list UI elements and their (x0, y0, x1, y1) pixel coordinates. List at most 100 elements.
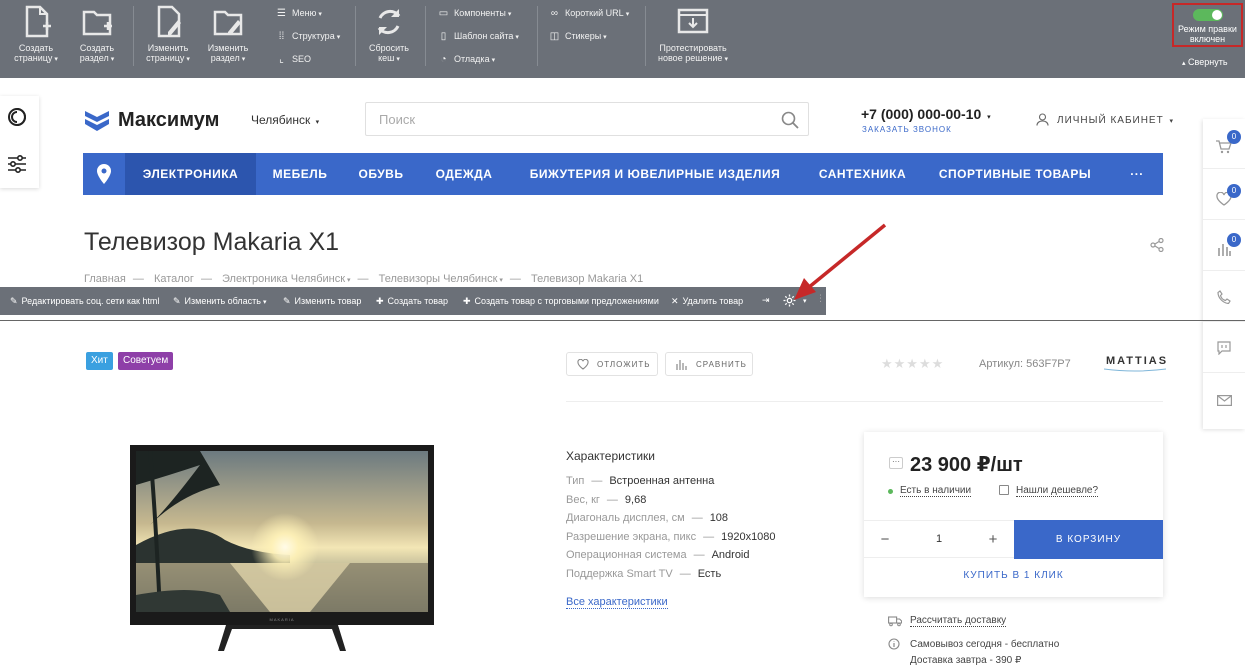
menu-button[interactable]: ☰ Меню ▾ (276, 8, 322, 19)
components-button[interactable]: ▭ Компоненты ▾ (438, 8, 512, 19)
brand-swoosh-icon (1104, 368, 1166, 372)
edit-section-button[interactable]: Изменить раздел ▾ (201, 4, 255, 65)
truck-icon (888, 616, 902, 627)
nav-item-furniture[interactable]: МЕБЕЛЬ (256, 153, 344, 195)
breadcrumb-electronics[interactable]: Электроника Челябинск (222, 273, 345, 285)
defer-button[interactable]: ОТЛОЖИТЬ (566, 352, 658, 376)
create-section-button[interactable]: Создать раздел ▾ (70, 4, 124, 65)
reset-cache-button[interactable]: Сбросить кеш ▾ (362, 4, 416, 65)
tv-brand-label: MAKARIA (269, 617, 294, 622)
rating-stars[interactable]: ★★★★★ (881, 356, 944, 372)
pickup-info: Самовывоз сегодня - бесплатно (910, 639, 1060, 650)
breadcrumb-home[interactable]: Главная (84, 273, 126, 285)
in-stock-link[interactable]: Есть в наличии (900, 485, 972, 497)
chat-icon (1217, 341, 1231, 355)
structure-button[interactable]: ⁞⁞ Структура ▾ (276, 31, 341, 42)
breadcrumb-tvs[interactable]: Телевизоры Челябинск (379, 273, 498, 285)
compare-button[interactable]: СРАВНИТЬ (665, 352, 753, 376)
nav-item-clothes[interactable]: ОДЕЖДА (418, 153, 510, 195)
admin-toolbar: Создать страницу ▾ Создать раздел ▾ Измени… (0, 0, 1245, 78)
location-pin-icon[interactable] (97, 164, 111, 184)
brand-logo[interactable]: MATTIAS (1104, 355, 1168, 372)
price-type-icon[interactable]: ··· (889, 457, 903, 469)
quantity-minus-button[interactable]: − (874, 529, 896, 549)
nav-item-plumbing[interactable]: САНТЕХНИКА (800, 153, 925, 195)
new-folder-icon (82, 10, 112, 36)
share-icon[interactable] (1150, 238, 1164, 252)
search-icon[interactable] (780, 110, 800, 130)
buy-one-click-button[interactable]: КУПИТЬ В 1 КЛИК (864, 570, 1163, 581)
phone-number[interactable]: +7 (000) 000-00-10 ▾ (861, 106, 991, 122)
specs-title: Характеристики (566, 449, 655, 463)
collapse-button[interactable]: ▴ Свернуть (1180, 57, 1228, 67)
compare-widget[interactable]: 0 (1203, 221, 1245, 271)
personal-cabinet-link[interactable]: ЛИЧНЫЙ КАБИНЕТ ▾ (1036, 113, 1174, 126)
email-widget[interactable] (1203, 374, 1245, 424)
settings-sliders-icon[interactable] (6, 154, 28, 174)
favorites-widget[interactable]: 0 (1203, 170, 1245, 220)
edit-product-button[interactable]: ✎ Изменить товар (283, 296, 361, 307)
logo-text[interactable]: Максимум (118, 109, 219, 132)
debug-button[interactable]: ◔ Отладка ▾ (438, 54, 495, 65)
product-price: 23 900 ₽/шт (910, 454, 1023, 476)
delete-product-button[interactable]: ✕ Удалить товар (671, 296, 743, 307)
search-input[interactable] (365, 102, 809, 136)
site-template-label: Шаблон сайта (454, 31, 514, 41)
edit-mode-label: Режим правки включен (1178, 24, 1237, 44)
test-solution-button[interactable]: Протестировать новое решение ▾ (652, 4, 734, 65)
callback-widget[interactable] (1203, 272, 1245, 322)
quantity-plus-button[interactable]: + (982, 529, 1004, 549)
new-page-icon (25, 5, 51, 38)
defer-label: ОТЛОЖИТЬ (597, 359, 651, 369)
info-icon (888, 638, 900, 650)
short-url-button[interactable]: ∞ Короткий URL ▾ (549, 8, 629, 19)
nav-item-jewelry[interactable]: БИЖУТЕРИЯ И ЮВЕЛИРНЫЕ ИЗДЕЛИЯ (510, 153, 800, 195)
nav-more-button[interactable]: ··· (1113, 153, 1161, 195)
stickers-button[interactable]: ◫ Стикеры ▾ (549, 31, 607, 42)
edit-area-button[interactable]: ✎ Изменить область ▾ (173, 296, 266, 307)
calc-delivery-link[interactable]: Рассчитать доставку (910, 615, 1007, 627)
seo-button[interactable]: ⌞ SEO (276, 54, 311, 65)
edit-page-button[interactable]: Изменить страницу ▾ (140, 4, 196, 65)
quantity-stepper: − + В КОРЗИНУ (864, 520, 1163, 559)
pin-icon[interactable]: ⇥ (762, 295, 770, 306)
heart-icon (577, 359, 589, 370)
all-specs-link[interactable]: Все характеристики (566, 596, 668, 609)
spec-row: Вес, кг —9,68 (566, 494, 647, 506)
user-icon (1036, 113, 1049, 126)
gauge-icon: ◔ (440, 54, 447, 65)
edit-product-label: Изменить товар (294, 296, 362, 306)
add-to-cart-button[interactable]: В КОРЗИНУ (1014, 520, 1163, 559)
favorites-count-badge: 0 (1227, 184, 1241, 198)
nav-item-electronics[interactable]: ЭЛЕКТРОНИКА (125, 153, 256, 195)
product-image[interactable]: MAKARIA (130, 445, 434, 653)
grid-icon: ⁞⁞ (278, 31, 285, 42)
create-page-button[interactable]: Создать страницу ▾ (8, 4, 64, 65)
site-template-button[interactable]: ▯ Шаблон сайта ▾ (438, 31, 519, 42)
city-selector[interactable]: Челябинск ▾ (251, 113, 319, 127)
nav-item-shoes[interactable]: ОБУВЬ (344, 153, 418, 195)
breadcrumb-catalog[interactable]: Каталог (154, 273, 194, 285)
edit-mode-toggle[interactable]: Режим правки включен (1172, 3, 1243, 47)
found-cheaper-link[interactable]: Нашли дешевле? (1016, 485, 1099, 497)
pencil-icon: ✎ (10, 296, 18, 306)
menu-label: Меню (292, 8, 317, 18)
delivery-tomorrow-info: Доставка завтра - 390 ₽ (910, 655, 1022, 666)
logo-icon[interactable] (83, 108, 111, 134)
spec-value: Встроенная антенна (609, 475, 715, 487)
close-icon: ✕ (671, 296, 679, 306)
create-product-button[interactable]: ✚ Создать товар (376, 296, 448, 307)
nav-item-sport[interactable]: СПОРТИВНЫЕ ТОВАРЫ (925, 153, 1105, 195)
callback-link[interactable]: ЗАКАЗАТЬ ЗВОНОК (862, 125, 952, 134)
chat-widget[interactable] (1203, 323, 1245, 373)
create-product-offers-button[interactable]: ✚ Создать товар с торговыми предложениями (463, 296, 659, 307)
compare-count-badge: 0 (1227, 233, 1241, 247)
compare-bars-icon (676, 360, 687, 370)
article-number: Артикул: 563F7P7 (979, 358, 1071, 370)
edit-social-html-button[interactable]: ✎ Редактировать соц. сети как html (10, 296, 159, 307)
theme-icon[interactable] (7, 107, 27, 127)
cart-widget[interactable]: 0 (1203, 119, 1245, 169)
toggle-switch[interactable] (1192, 9, 1223, 21)
quantity-input[interactable] (904, 529, 974, 549)
left-settings-panel (0, 96, 39, 188)
